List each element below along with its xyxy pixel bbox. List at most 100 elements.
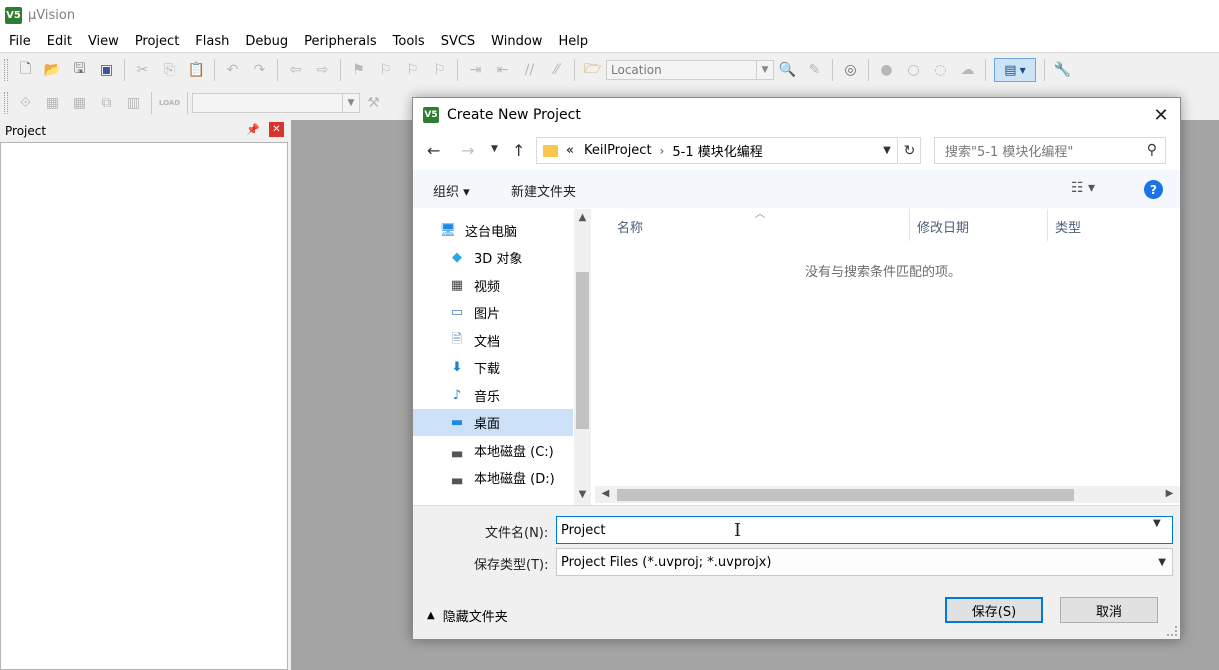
location-combo[interactable]: Location ▼ bbox=[606, 60, 774, 80]
scroll-up-icon[interactable]: ▲ bbox=[574, 212, 591, 223]
save-icon[interactable]: 🖫 bbox=[68, 59, 91, 81]
scroll-right-icon[interactable]: ▶ bbox=[1161, 488, 1178, 499]
tree-item-this-pc[interactable]: 🖥 这台电脑 bbox=[413, 217, 573, 244]
refresh-icon[interactable]: ↻ bbox=[899, 137, 921, 164]
indent-icon[interactable]: ⇥ bbox=[464, 59, 487, 81]
save-button[interactable]: 保存(S) bbox=[945, 597, 1043, 623]
scroll-left-icon[interactable]: ◀ bbox=[597, 488, 614, 499]
kill-breakpoints-icon[interactable]: ☁ bbox=[956, 59, 979, 81]
debug-session-icon[interactable]: ◎ bbox=[839, 59, 862, 81]
uncomment-icon[interactable]: ⁄⁄ bbox=[545, 59, 568, 81]
recent-dropdown-icon[interactable]: ▼ bbox=[491, 144, 498, 154]
tree-scroll-thumb[interactable] bbox=[576, 272, 589, 429]
open-folder-icon[interactable]: 📂 bbox=[41, 59, 64, 81]
menu-help[interactable]: Help bbox=[549, 31, 595, 53]
tree-item-3d-objects[interactable]: ◆ 3D 对象 bbox=[413, 244, 573, 271]
organize-menu-button[interactable]: 组织 ▾ bbox=[433, 181, 470, 200]
hide-folders-toggle[interactable]: ▲ 隐藏文件夹 bbox=[427, 606, 508, 625]
menu-debug[interactable]: Debug bbox=[236, 31, 295, 53]
column-divider[interactable] bbox=[1047, 209, 1048, 241]
resize-grip-icon[interactable] bbox=[1167, 626, 1177, 636]
copy-icon[interactable]: ⎘ bbox=[158, 59, 181, 81]
tree-item-drive-d[interactable]: ▃ 本地磁盘 (D:) bbox=[413, 464, 573, 491]
save-all-icon[interactable]: ▣ bbox=[95, 59, 118, 81]
unindent-icon[interactable]: ⇤ bbox=[491, 59, 514, 81]
tree-item-drive-c[interactable]: ▃ 本地磁盘 (C:) bbox=[413, 437, 573, 464]
menu-project[interactable]: Project bbox=[126, 31, 186, 53]
rebuild-icon[interactable]: ▦ bbox=[68, 92, 91, 114]
paste-icon[interactable]: 📋 bbox=[185, 59, 208, 81]
chevron-down-icon[interactable]: ▼ bbox=[1158, 557, 1166, 568]
comment-icon[interactable]: // bbox=[518, 59, 541, 81]
breadcrumb-current[interactable]: 5-1 模块化编程 bbox=[672, 141, 762, 160]
menu-flash[interactable]: Flash bbox=[186, 31, 236, 53]
target-options-icon[interactable]: ⚒ bbox=[362, 92, 385, 114]
tree-item-downloads[interactable]: ⬇ 下载 bbox=[413, 354, 573, 381]
chevron-down-icon[interactable]: ▼ bbox=[877, 138, 897, 163]
find-in-files-icon[interactable]: 🗁 bbox=[581, 59, 604, 81]
tree-item-pictures[interactable]: ▭ 图片 bbox=[413, 299, 573, 326]
tree-vertical-scrollbar[interactable]: ▲ ▼ bbox=[574, 209, 591, 505]
find-icon[interactable]: 🔍 bbox=[776, 59, 799, 81]
menu-window[interactable]: Window bbox=[482, 31, 549, 53]
column-name[interactable]: 名称 bbox=[617, 217, 643, 236]
search-icon[interactable]: ⚲ bbox=[1147, 142, 1157, 158]
tree-item-desktop[interactable]: ▬ 桌面 bbox=[413, 409, 573, 436]
chevron-down-icon[interactable]: ▼ bbox=[756, 61, 773, 79]
chevron-down-icon[interactable]: ▼ bbox=[1153, 518, 1161, 529]
view-options-icon[interactable]: ☷ ▾ bbox=[1071, 180, 1095, 196]
pin-icon[interactable]: 📌 bbox=[246, 123, 260, 136]
insert-breakpoint-icon[interactable]: ● bbox=[875, 59, 898, 81]
chevron-right-icon[interactable]: › bbox=[660, 144, 665, 158]
scroll-down-icon[interactable]: ▼ bbox=[574, 489, 591, 500]
menu-svcs[interactable]: SVCS bbox=[432, 31, 482, 53]
clear-bookmarks-icon[interactable]: ⚐ bbox=[428, 59, 451, 81]
enable-breakpoint-icon[interactable]: ○ bbox=[902, 59, 925, 81]
cancel-button[interactable]: 取消 bbox=[1060, 597, 1158, 623]
batch-build-icon[interactable]: ⧉ bbox=[95, 92, 118, 114]
undo-icon[interactable]: ↶ bbox=[221, 59, 244, 81]
forward-arrow-icon[interactable]: → bbox=[461, 141, 474, 160]
incremental-find-icon[interactable]: ✎ bbox=[803, 59, 826, 81]
chevron-down-icon[interactable]: ▼ bbox=[342, 94, 359, 112]
translate-icon[interactable]: ⟐ bbox=[14, 92, 37, 114]
up-arrow-icon[interactable]: ↑ bbox=[512, 141, 525, 160]
list-scroll-thumb[interactable] bbox=[617, 489, 1074, 501]
nav-back-icon[interactable]: ⇦ bbox=[284, 59, 307, 81]
search-input[interactable]: 搜索"5-1 模块化编程" ⚲ bbox=[934, 137, 1166, 164]
help-icon[interactable]: ? bbox=[1144, 180, 1163, 199]
build-icon[interactable]: ▦ bbox=[41, 92, 64, 114]
new-file-icon[interactable]: 🗋 bbox=[14, 59, 37, 81]
prev-bookmark-icon[interactable]: ⚐ bbox=[374, 59, 397, 81]
menu-tools[interactable]: Tools bbox=[384, 31, 432, 53]
tree-item-music[interactable]: ♪ 音乐 bbox=[413, 382, 573, 409]
redo-icon[interactable]: ↷ bbox=[248, 59, 271, 81]
breadcrumb-prefix[interactable]: « bbox=[566, 143, 574, 158]
tree-item-documents[interactable]: 🗎 文档 bbox=[413, 327, 573, 354]
target-combo[interactable]: ▼ bbox=[192, 93, 360, 113]
column-type[interactable]: 类型 bbox=[1055, 217, 1081, 236]
address-bar[interactable]: « KeilProject › 5-1 模块化编程 ▼ bbox=[536, 137, 898, 164]
menu-view[interactable]: View bbox=[79, 31, 126, 53]
filetype-select[interactable]: Project Files (*.uvproj; *.uvprojx) ▼ bbox=[556, 548, 1173, 576]
new-folder-button[interactable]: 新建文件夹 bbox=[511, 181, 576, 200]
filename-input[interactable] bbox=[556, 516, 1173, 544]
menu-edit[interactable]: Edit bbox=[38, 31, 79, 53]
nav-forward-icon[interactable]: ⇨ bbox=[311, 59, 334, 81]
toolbar-grip[interactable] bbox=[4, 92, 8, 114]
cut-icon[interactable]: ✂ bbox=[131, 59, 154, 81]
download-load-icon[interactable]: LOAD bbox=[158, 92, 181, 114]
menu-peripherals[interactable]: Peripherals bbox=[295, 31, 384, 53]
breadcrumb-keilproject[interactable]: KeilProject bbox=[584, 143, 652, 158]
window-layout-button[interactable]: ▤ ▼ bbox=[994, 58, 1036, 82]
list-horizontal-scrollbar[interactable]: ◀ ▶ bbox=[595, 486, 1180, 503]
column-divider[interactable] bbox=[909, 209, 910, 241]
close-icon[interactable]: ✕ bbox=[269, 122, 284, 137]
tree-item-videos[interactable]: ▦ 视频 bbox=[413, 272, 573, 299]
next-bookmark-icon[interactable]: ⚐ bbox=[401, 59, 424, 81]
disable-breakpoints-icon[interactable]: ◌ bbox=[929, 59, 952, 81]
stop-build-icon[interactable]: ▥ bbox=[122, 92, 145, 114]
back-arrow-icon[interactable]: ← bbox=[427, 141, 440, 160]
project-tree[interactable] bbox=[0, 142, 288, 670]
column-date-modified[interactable]: 修改日期 bbox=[917, 217, 969, 236]
